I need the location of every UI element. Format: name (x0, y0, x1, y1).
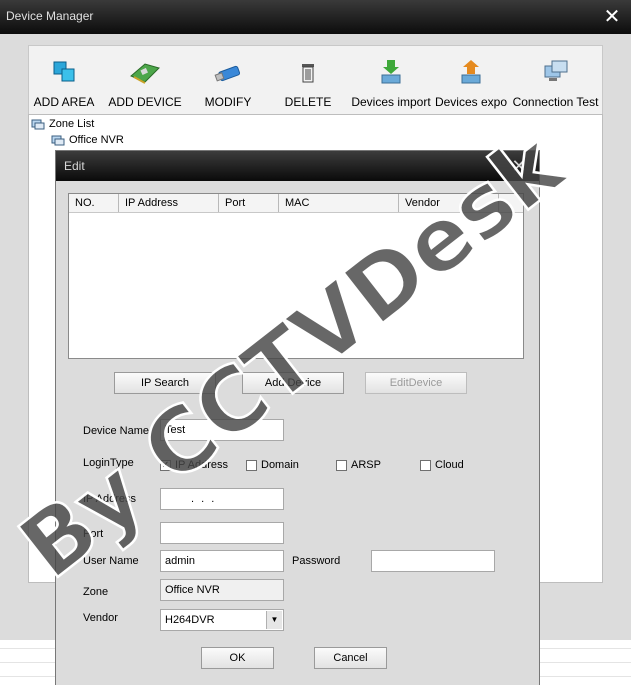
checkbox-label: Cloud (435, 459, 464, 471)
zone-field[interactable]: Office NVR (160, 579, 284, 601)
device-name-field[interactable]: Test (160, 419, 284, 441)
login-domain-checkbox[interactable]: Domain (246, 459, 299, 472)
main-titlebar: Device Manager ✕ (0, 0, 631, 34)
column-header[interactable]: IP Address (119, 194, 219, 212)
toolbar-label: Devices expo (434, 95, 508, 109)
toolbar-label: DELETE (284, 95, 332, 109)
checkbox-icon (246, 459, 257, 471)
toolbar-label: Devices import (351, 95, 431, 109)
toolbar-label: ADD AREA (33, 95, 95, 109)
login-cloud-checkbox[interactable]: Cloud (420, 459, 464, 472)
column-header[interactable]: Vendor (399, 194, 499, 212)
column-header[interactable]: MAC (279, 194, 399, 212)
zone-label: Zone (83, 586, 109, 598)
password-field[interactable] (371, 550, 495, 572)
checkbox-checked-icon: ✓ (160, 459, 171, 471)
devices-import-button[interactable]: Devices import (351, 46, 431, 114)
user-name-label: User Name (83, 555, 139, 567)
close-icon[interactable]: ✕ (600, 6, 624, 28)
ip-address-label: IP Address (83, 493, 136, 505)
delete-icon (302, 64, 314, 83)
checkbox-icon (420, 459, 431, 471)
user-name-field[interactable]: admin (160, 550, 284, 572)
column-header[interactable]: Port (219, 194, 279, 212)
toolbar-label: Connection Test (512, 95, 599, 109)
checkbox-label: IP Address (175, 459, 228, 471)
export-icon (461, 60, 481, 84)
login-ip-address-checkbox[interactable]: ✓ IP Address (160, 459, 228, 472)
add-area-icon (53, 61, 75, 82)
add-area-button[interactable]: ADD AREA (29, 46, 99, 114)
chevron-down-icon[interactable]: ▼ (266, 611, 282, 629)
port-field[interactable] (160, 522, 284, 544)
checkbox-label: Domain (261, 459, 299, 471)
zone-icon (51, 134, 65, 146)
tree-item-zone-list[interactable]: Zone List (31, 116, 94, 132)
checkbox-label: ARSP (351, 459, 381, 471)
add-device-button[interactable]: ADD DEVICE (107, 46, 183, 114)
toolbar-label: MODIFY (204, 95, 252, 109)
vendor-selected-value: H264DVR (165, 614, 215, 626)
port-label: Port (83, 528, 104, 540)
modify-button[interactable]: MODIFY (197, 46, 259, 114)
connection-test-button[interactable]: Connection Test (509, 46, 602, 114)
edit-dialog: Edit ✕ NO. IP Address Port MAC Vendor IP… (56, 151, 539, 685)
add-device-icon (130, 63, 160, 84)
tree-label: Zone List (49, 118, 95, 130)
connection-test-icon (544, 60, 567, 81)
vendor-select[interactable]: H264DVR ▼ (160, 609, 284, 631)
column-header[interactable]: NO. (69, 194, 119, 212)
toolbar: ADD AREA ADD DEVICE MODIFY DELETE Device… (28, 45, 603, 115)
ok-button[interactable]: OK (201, 647, 274, 669)
edit-device-button[interactable]: EditDevice (365, 372, 467, 394)
import-icon (381, 60, 401, 84)
vendor-label: Vendor (83, 612, 118, 624)
dialog-title: Edit (64, 159, 85, 173)
toolbar-label: ADD DEVICE (108, 95, 182, 109)
window-title: Device Manager (6, 9, 94, 23)
login-type-label: LoginType (83, 457, 134, 469)
table-header: NO. IP Address Port MAC Vendor (69, 194, 523, 213)
delete-button[interactable]: DELETE (279, 46, 337, 114)
add-device-button[interactable]: Add Device (242, 372, 344, 394)
tree-item-office-nvr[interactable]: Office NVR (51, 132, 124, 148)
password-label: Password (292, 555, 341, 567)
ip-search-button[interactable]: IP Search (114, 372, 216, 394)
device-name-label: Device Name (83, 425, 150, 437)
checkbox-icon (336, 459, 347, 471)
login-arsp-checkbox[interactable]: ARSP (336, 459, 381, 472)
search-results-table[interactable]: NO. IP Address Port MAC Vendor (68, 193, 524, 359)
zone-icon (31, 118, 45, 130)
cancel-button[interactable]: Cancel (314, 647, 387, 669)
edit-titlebar: Edit ✕ (56, 151, 539, 181)
modify-icon (214, 65, 241, 82)
close-icon[interactable]: ✕ (508, 156, 530, 176)
ip-address-field[interactable]: . . . (160, 488, 284, 510)
devices-export-button[interactable]: Devices expo (433, 46, 509, 114)
tree-label: Office NVR (69, 134, 124, 146)
